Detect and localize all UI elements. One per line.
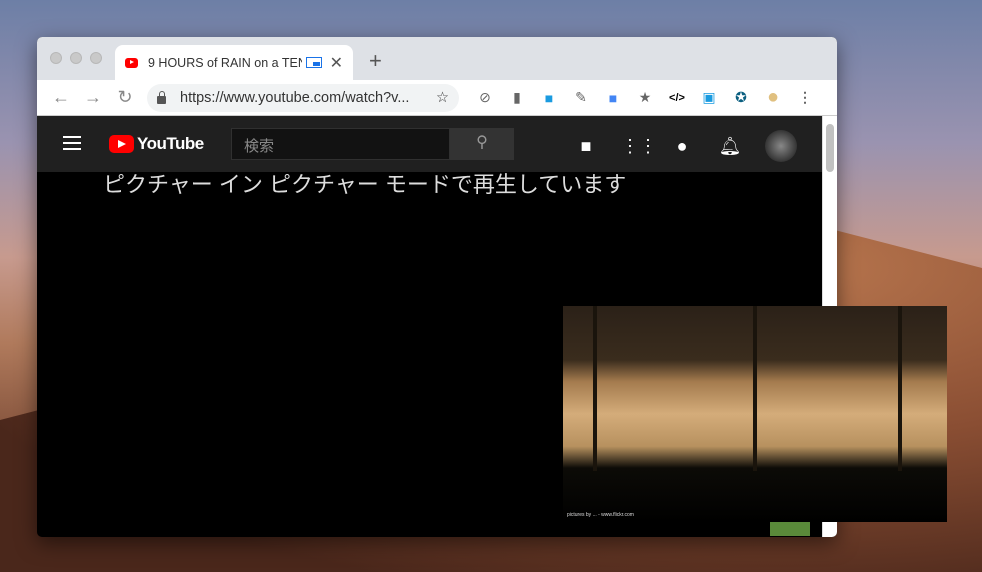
tab-youtube[interactable]: 9 HOURS of RAIN on a TENT ✕ [115,45,353,80]
code-extension-icon[interactable]: </> [661,92,693,104]
create-video-icon[interactable]: ■ [573,136,599,157]
gamepad-extension-icon[interactable]: ✪ [725,89,757,106]
zoom-button[interactable] [90,52,102,64]
pip-playing-message: ピクチャー イン ピクチャー モードで再生しています [103,172,627,197]
extension-icon[interactable]: ▮ [501,89,533,106]
bookmark-star-icon[interactable]: ☆ [436,90,449,106]
tent-pole [753,306,757,471]
youtube-logo[interactable]: YouTube [109,134,204,154]
reload-icon[interactable]: ↻ [109,87,141,108]
star-extension-icon[interactable]: ★ [629,89,661,106]
user-avatar[interactable] [765,130,797,162]
profile-avatar[interactable]: ● [757,86,789,109]
scrollbar-thumb[interactable] [826,124,834,172]
logo-text: YouTube [137,134,204,153]
picture-in-picture-icon [305,57,322,68]
forward-icon[interactable]: → [77,87,109,108]
apps-grid-icon[interactable]: ⋮⋮ [621,136,657,157]
notifications-bell-icon[interactable]: 🔔︎ [717,136,743,157]
minimize-button[interactable] [70,52,82,64]
close-tab-icon[interactable]: ✕ [330,53,343,73]
tab-title: 9 HOURS of RAIN on a TENT [148,55,302,70]
search-input[interactable]: 検索 [231,128,450,160]
menu-icon[interactable]: ⋮ [789,89,821,106]
screenshot-extension-icon[interactable]: ▣ [693,89,725,106]
toolbar: ← → ↻ https://www.youtube.com/watch?v...… [37,80,837,116]
translate-extension-icon[interactable]: ■ [597,90,629,106]
extension-icon[interactable]: ■ [533,90,565,106]
window-controls[interactable] [50,52,102,64]
block-extension-icon[interactable]: ⊘ [469,89,501,106]
hamburger-menu-icon[interactable] [63,136,81,154]
search-button[interactable]: ⚲ [450,128,514,160]
pin-extension-icon[interactable]: ✎ [565,89,597,106]
lock-icon [157,90,166,104]
youtube-header: YouTube 検索 ⚲ ■ ⋮⋮ ● 🔔︎ [37,116,837,172]
youtube-play-icon [109,135,134,153]
close-window-button[interactable] [50,52,62,64]
tent-pole [898,306,902,471]
youtube-favicon-icon [125,57,138,68]
url-text[interactable]: https://www.youtube.com/watch?v... [180,90,436,106]
picture-in-picture-window[interactable]: pictures by ... - www.flickr.com [563,306,947,522]
address-bar[interactable]: https://www.youtube.com/watch?v... ☆ [147,83,459,112]
tab-bar: 9 HOURS of RAIN on a TENT ✕ + [37,37,837,80]
video-thumbnail[interactable] [770,522,810,536]
messages-icon[interactable]: ● [669,136,695,157]
back-icon[interactable]: ← [45,87,77,108]
tent-pole [593,306,597,471]
new-tab-button[interactable]: + [369,48,382,74]
video-credit: pictures by ... - www.flickr.com [567,512,634,518]
